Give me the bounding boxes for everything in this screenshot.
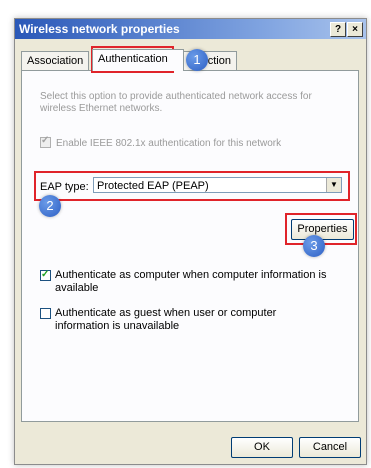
step-badge-1: 1 (186, 49, 208, 71)
panel-description: Select this option to provide authentica… (40, 91, 312, 114)
help-button[interactable]: ? (330, 22, 346, 37)
auth-guest-option: Authenticate as guest when user or compu… (40, 307, 330, 333)
step-badge-3: 3 (303, 235, 325, 257)
auth-guest-checkbox[interactable] (40, 308, 51, 319)
tab-association[interactable]: Association (21, 51, 90, 70)
cancel-button[interactable]: Cancel (299, 437, 361, 458)
tab-authentication[interactable]: Authentication (92, 49, 184, 71)
auth-computer-label: Authenticate as computer when computer i… (55, 269, 327, 294)
auth-guest-label: Authenticate as guest when user or compu… (55, 307, 277, 332)
enable-8021x-row: Enable IEEE 802.1x authentication for th… (40, 135, 282, 149)
eap-type-select[interactable]: Protected EAP (PEAP) ▼ (93, 177, 342, 193)
enable-8021x-checkbox[interactable] (40, 135, 51, 148)
enable-8021x-label: Enable IEEE 802.1x authentication for th… (56, 138, 282, 149)
step-badge-2: 2 (39, 195, 61, 217)
properties-button[interactable]: Properties (291, 219, 354, 240)
ok-button[interactable]: OK (231, 437, 293, 458)
title-bar: Wireless network properties ? × (15, 19, 366, 39)
eap-type-value: Protected EAP (PEAP) (97, 180, 209, 192)
auth-computer-checkbox[interactable] (40, 268, 51, 281)
chevron-down-icon[interactable]: ▼ (326, 178, 341, 192)
auth-computer-option: Authenticate as computer when computer i… (40, 268, 330, 295)
window-title: Wireless network properties (19, 22, 180, 36)
close-button[interactable]: × (347, 22, 363, 37)
eap-type-label: EAP type: (40, 181, 89, 193)
